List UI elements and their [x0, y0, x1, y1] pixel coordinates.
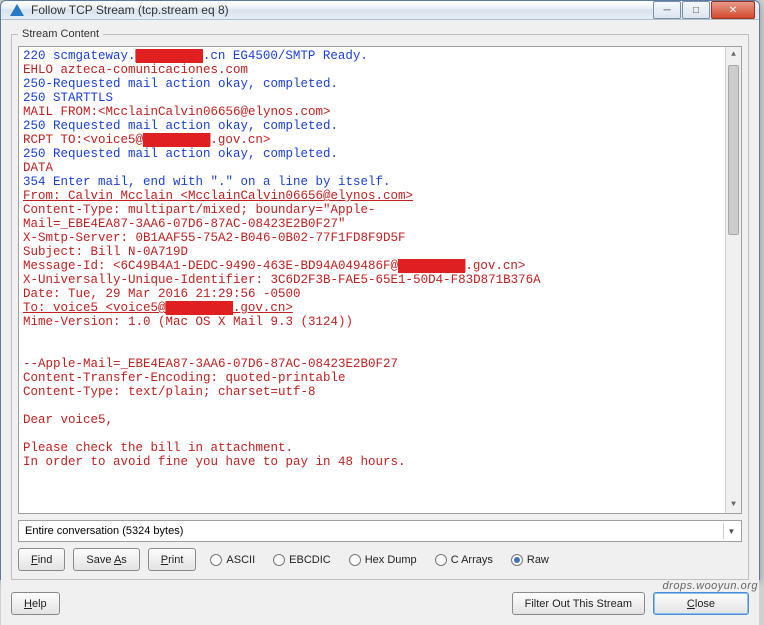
stream-line: X-Universally-Unique-Identifier: 3C6D2F3…: [23, 273, 737, 287]
filter-out-stream-button[interactable]: Filter Out This Stream: [512, 592, 645, 615]
stream-line: 250-Requested mail action okay, complete…: [23, 77, 737, 91]
radio-dot-icon: [435, 554, 447, 566]
stream-line: Mime-Version: 1.0 (Mac OS X Mail 9.3 (31…: [23, 315, 737, 329]
find-button[interactable]: Find: [18, 548, 65, 571]
stream-line: 250 Requested mail action okay, complete…: [23, 147, 737, 161]
radio-ebcdic[interactable]: EBCDIC: [273, 554, 331, 566]
watermark: drops.wooyun.org: [663, 580, 758, 592]
stream-content-fieldset: Stream Content 220 scmgateway.▇▇▇▇▇▇▇.cn…: [11, 28, 749, 580]
window-controls: ─ □ ✕: [653, 1, 755, 19]
radio-label: Hex Dump: [365, 554, 417, 566]
radio-ascii[interactable]: ASCII: [210, 554, 255, 566]
stream-line: MAIL FROM:<McclainCalvin06656@elynos.com…: [23, 105, 737, 119]
stream-line: 220 scmgateway.▇▇▇▇▇▇▇.cn EG4500/SMTP Re…: [23, 49, 737, 63]
stream-line: [23, 399, 737, 413]
stream-line: Please check the bill in attachment.: [23, 441, 737, 455]
saveas-button[interactable]: Save As: [73, 548, 139, 571]
help-button[interactable]: Help: [11, 592, 60, 615]
toolbar-row: Find Save As Print ASCII EBCDIC Hex Dump C …: [18, 548, 742, 571]
radio-label: EBCDIC: [289, 554, 331, 566]
radio-dot-icon: [349, 554, 361, 566]
minimize-button[interactable]: ─: [653, 1, 681, 19]
app-icon: [9, 2, 25, 18]
radio-dot-icon: [210, 554, 222, 566]
stream-line: EHLO azteca-comunicaciones.com: [23, 63, 737, 77]
stream-line: DATA: [23, 161, 737, 175]
scrollbar[interactable]: ▲ ▼: [725, 47, 741, 513]
stream-line: [23, 329, 737, 343]
stream-line: Subject: Bill N-0A719D: [23, 245, 737, 259]
window-title: Follow TCP Stream (tcp.stream eq 8): [31, 3, 653, 17]
stream-line: In order to avoid fine you have to pay i…: [23, 455, 737, 469]
stream-line: RCPT TO:<voice5@▇▇▇▇▇▇▇.gov.cn>: [23, 133, 737, 147]
radio-dot-icon: [273, 554, 285, 566]
stream-line: Content-Transfer-Encoding: quoted-printa…: [23, 371, 737, 385]
stream-content-legend: Stream Content: [18, 28, 103, 40]
stream-line: Mail=_EBE4EA87-3AA6-07D6-87AC-08423E2B0F…: [23, 217, 737, 231]
stream-line: [23, 427, 737, 441]
radio-raw[interactable]: Raw: [511, 554, 549, 566]
close-button[interactable]: Close: [653, 592, 749, 615]
stream-line: Message-Id: <6C49B4A1-DEDC-9490-463E-BD9…: [23, 259, 737, 273]
scroll-up-icon[interactable]: ▲: [726, 47, 741, 63]
stream-line: Content-Type: multipart/mixed; boundary=…: [23, 203, 737, 217]
radio-label: Raw: [527, 554, 549, 566]
footer-row: Help Filter Out This Stream Close: [1, 584, 759, 625]
radio-carrays[interactable]: C Arrays: [435, 554, 493, 566]
stream-line: Date: Tue, 29 Mar 2016 21:29:56 -0500: [23, 287, 737, 301]
radio-dot-icon: [511, 554, 523, 566]
stream-line: 250 STARTTLS: [23, 91, 737, 105]
stream-line: To: voice5 <voice5@▇▇▇▇▇▇▇.gov.cn>: [23, 301, 737, 315]
scroll-down-icon[interactable]: ▼: [726, 497, 741, 513]
conversation-dropdown[interactable]: Entire conversation (5324 bytes) ▼: [18, 520, 742, 542]
stream-line: X-Smtp-Server: 0B1AAF55-75A2-B046-0B02-7…: [23, 231, 737, 245]
close-window-button[interactable]: ✕: [711, 1, 755, 19]
stream-line: Dear voice5,: [23, 413, 737, 427]
stream-line: Content-Type: text/plain; charset=utf-8: [23, 385, 737, 399]
titlebar[interactable]: Follow TCP Stream (tcp.stream eq 8) ─ □ …: [1, 1, 759, 20]
stream-line: 250 Requested mail action okay, complete…: [23, 119, 737, 133]
content-area: Stream Content 220 scmgateway.▇▇▇▇▇▇▇.cn…: [1, 20, 759, 584]
stream-line: [23, 343, 737, 357]
stream-line: 354 Enter mail, end with "." on a line b…: [23, 175, 737, 189]
stream-line: --Apple-Mail=_EBE4EA87-3AA6-07D6-87AC-08…: [23, 357, 737, 371]
scroll-thumb[interactable]: [728, 65, 739, 235]
chevron-down-icon[interactable]: ▼: [723, 523, 739, 539]
radio-label: C Arrays: [451, 554, 493, 566]
stream-line: From: Calvin Mcclain <McclainCalvin06656…: [23, 189, 737, 203]
stream-text-area[interactable]: 220 scmgateway.▇▇▇▇▇▇▇.cn EG4500/SMTP Re…: [18, 46, 742, 514]
radio-hexdump[interactable]: Hex Dump: [349, 554, 417, 566]
main-window: Follow TCP Stream (tcp.stream eq 8) ─ □ …: [0, 0, 760, 580]
maximize-button[interactable]: □: [682, 1, 710, 19]
radio-label: ASCII: [226, 554, 255, 566]
encoding-radios: ASCII EBCDIC Hex Dump C Arrays Raw: [210, 554, 548, 566]
conversation-label: Entire conversation (5324 bytes): [25, 525, 183, 537]
print-button[interactable]: Print: [148, 548, 197, 571]
